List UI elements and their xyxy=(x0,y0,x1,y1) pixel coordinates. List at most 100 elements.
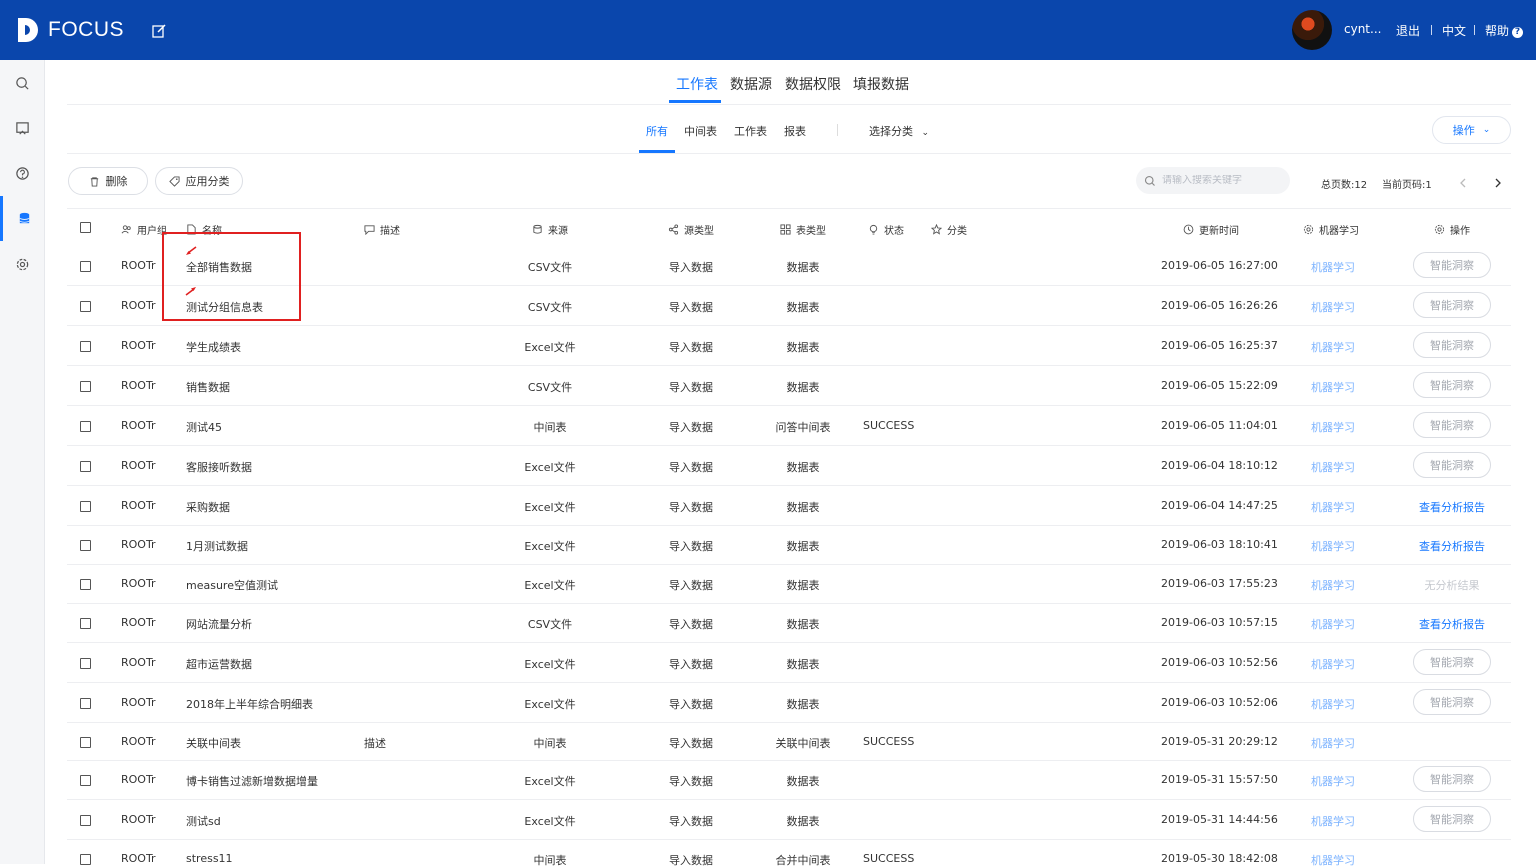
smart-insight-button[interactable]: 智能洞察 xyxy=(1413,292,1491,318)
machine-learning-link[interactable]: 机器学习 xyxy=(1311,499,1355,515)
smart-insight-button[interactable]: 智能洞察 xyxy=(1413,766,1491,792)
name-cell[interactable]: 1月测试数据 xyxy=(186,538,248,554)
machine-learning-link[interactable]: 机器学习 xyxy=(1311,419,1355,435)
smart-insight-button[interactable]: 智能洞察 xyxy=(1413,689,1491,715)
name-cell[interactable]: 网站流量分析 xyxy=(186,616,252,632)
delete-button[interactable]: 删除 xyxy=(68,167,148,195)
machine-learning-link[interactable]: 机器学习 xyxy=(1311,773,1355,789)
name-cell[interactable]: 客服接听数据 xyxy=(186,459,252,475)
tab-worksheets[interactable]: 工作表 xyxy=(676,74,718,94)
tab-datasource[interactable]: 数据源 xyxy=(730,74,772,94)
name-cell[interactable]: 学生成绩表 xyxy=(186,339,241,355)
tab-data-permission[interactable]: 数据权限 xyxy=(785,74,841,94)
machine-learning-link[interactable]: 机器学习 xyxy=(1311,339,1355,355)
operate-dropdown-button[interactable]: 操作 ⌄ xyxy=(1432,116,1511,144)
subtab-intermediate[interactable]: 中间表 xyxy=(684,123,717,139)
name-cell[interactable]: stress11 xyxy=(186,852,233,865)
row-checkbox[interactable] xyxy=(80,261,91,272)
logout-link[interactable]: 退出 xyxy=(1396,22,1420,39)
column-header-update-time[interactable]: 更新时间 xyxy=(1183,222,1239,237)
comment-icon xyxy=(364,225,375,235)
smart-insight-button[interactable]: 智能洞察 xyxy=(1413,412,1491,438)
smart-insight-button[interactable]: 智能洞察 xyxy=(1413,252,1491,278)
row-checkbox[interactable] xyxy=(80,618,91,629)
smart-insight-button[interactable]: 智能洞察 xyxy=(1413,332,1491,358)
column-header-status[interactable]: 状态 xyxy=(868,222,904,237)
sidebar-board[interactable] xyxy=(0,106,45,151)
row-checkbox[interactable] xyxy=(80,501,91,512)
column-header-category[interactable]: 分类 xyxy=(931,222,967,237)
help-link[interactable]: 帮助? xyxy=(1485,22,1524,39)
machine-learning-link[interactable]: 机器学习 xyxy=(1311,259,1355,275)
chevron-left-icon[interactable] xyxy=(1457,177,1469,189)
view-report-link[interactable]: 查看分析报告 xyxy=(1419,499,1485,515)
name-cell[interactable]: 销售数据 xyxy=(186,379,230,395)
row-checkbox[interactable] xyxy=(80,698,91,709)
name-cell[interactable]: measure空值测试 xyxy=(186,577,278,593)
smart-insight-button[interactable]: 智能洞察 xyxy=(1413,649,1491,675)
row-checkbox[interactable] xyxy=(80,737,91,748)
tag-icon xyxy=(168,175,180,187)
column-header-source-type[interactable]: 源类型 xyxy=(668,222,714,237)
row-checkbox[interactable] xyxy=(80,461,91,472)
name-cell[interactable]: 2018年上半年综合明细表 xyxy=(186,696,313,712)
column-header-action[interactable]: 操作 xyxy=(1434,222,1470,237)
user-avatar[interactable] xyxy=(1292,10,1332,50)
machine-learning-link[interactable]: 机器学习 xyxy=(1311,299,1355,315)
name-cell[interactable]: 测试sd xyxy=(186,813,221,829)
column-header-source[interactable]: 来源 xyxy=(532,222,568,237)
column-header-table-type[interactable]: 表类型 xyxy=(780,222,826,237)
row-checkbox[interactable] xyxy=(80,381,91,392)
row-checkbox[interactable] xyxy=(80,579,91,590)
machine-learning-link[interactable]: 机器学习 xyxy=(1311,459,1355,475)
machine-learning-link[interactable]: 机器学习 xyxy=(1311,379,1355,395)
machine-learning-link[interactable]: 机器学习 xyxy=(1311,813,1355,829)
search-box[interactable] xyxy=(1136,167,1290,194)
sidebar-help[interactable] xyxy=(0,151,45,196)
column-header-user-group[interactable]: 用户组 xyxy=(121,222,167,237)
name-cell[interactable]: 采购数据 xyxy=(186,499,230,515)
smart-insight-button[interactable]: 智能洞察 xyxy=(1413,372,1491,398)
row-checkbox[interactable] xyxy=(80,854,91,865)
view-report-link[interactable]: 查看分析报告 xyxy=(1419,616,1485,632)
focus-logo[interactable]: FOCUS xyxy=(16,16,124,44)
smart-insight-button[interactable]: 智能洞察 xyxy=(1413,806,1491,832)
machine-learning-link[interactable]: 机器学习 xyxy=(1311,656,1355,672)
row-checkbox[interactable] xyxy=(80,815,91,826)
category-select[interactable]: 选择分类 ⌄ xyxy=(869,123,929,139)
sidebar-database[interactable] xyxy=(0,196,45,241)
machine-learning-link[interactable]: 机器学习 xyxy=(1311,538,1355,554)
subtab-worksheet[interactable]: 工作表 xyxy=(734,123,767,139)
name-cell[interactable]: 关联中间表 xyxy=(186,735,241,751)
edit-icon[interactable] xyxy=(151,23,167,39)
machine-learning-link[interactable]: 机器学习 xyxy=(1311,616,1355,632)
select-all-checkbox[interactable] xyxy=(80,222,91,233)
tab-fill-data[interactable]: 填报数据 xyxy=(853,74,909,94)
row-checkbox[interactable] xyxy=(80,540,91,551)
column-header-ml[interactable]: 机器学习 xyxy=(1303,222,1359,237)
smart-insight-button[interactable]: 智能洞察 xyxy=(1413,452,1491,478)
machine-learning-link[interactable]: 机器学习 xyxy=(1311,735,1355,751)
sidebar-settings[interactable] xyxy=(0,242,45,287)
row-checkbox[interactable] xyxy=(80,775,91,786)
apply-category-button[interactable]: 应用分类 xyxy=(155,167,243,195)
subtab-report[interactable]: 报表 xyxy=(784,123,806,139)
name-cell[interactable]: 测试45 xyxy=(186,419,222,435)
row-checkbox[interactable] xyxy=(80,658,91,669)
name-cell[interactable]: 博卡销售过滤新增数据增量 xyxy=(186,773,318,789)
machine-learning-link[interactable]: 机器学习 xyxy=(1311,696,1355,712)
machine-learning-link[interactable]: 机器学习 xyxy=(1311,852,1355,868)
row-checkbox[interactable] xyxy=(80,421,91,432)
row-checkbox[interactable] xyxy=(80,301,91,312)
machine-learning-link[interactable]: 机器学习 xyxy=(1311,577,1355,593)
chevron-right-icon[interactable] xyxy=(1492,177,1504,189)
subtab-all[interactable]: 所有 xyxy=(646,123,668,139)
view-report-link[interactable]: 查看分析报告 xyxy=(1419,538,1485,554)
row-checkbox[interactable] xyxy=(80,341,91,352)
column-header-description[interactable]: 描述 xyxy=(364,222,400,237)
name-cell[interactable]: 超市运营数据 xyxy=(186,656,252,672)
user-name[interactable]: cynt... xyxy=(1344,22,1381,36)
search-input[interactable] xyxy=(1162,175,1282,186)
sidebar-search[interactable] xyxy=(0,61,45,106)
language-switch[interactable]: 中文 xyxy=(1442,22,1466,39)
